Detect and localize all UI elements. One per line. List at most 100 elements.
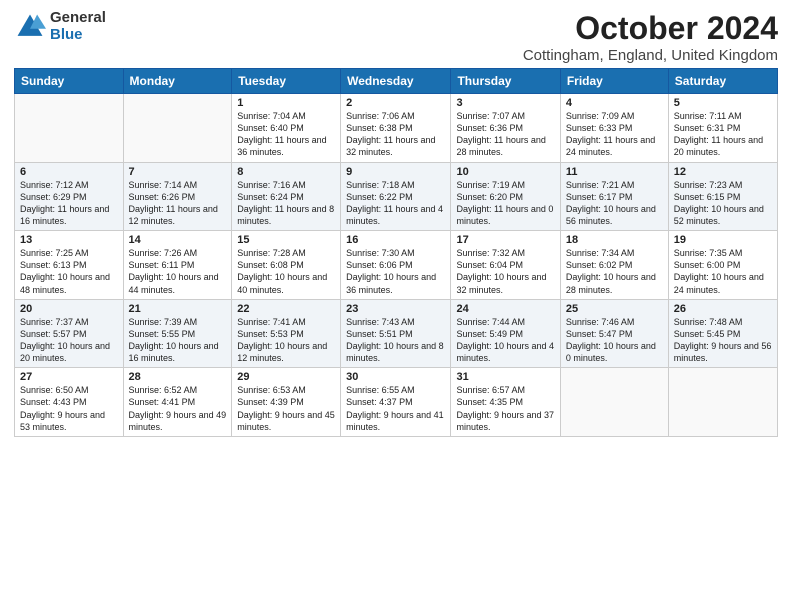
day-info: Sunrise: 7:26 AMSunset: 6:11 PMDaylight:… (129, 247, 227, 296)
header: General Blue October 2024 Cottingham, En… (14, 10, 778, 64)
weekday-header-thursday: Thursday (451, 69, 560, 94)
week-row-3: 13Sunrise: 7:25 AMSunset: 6:13 PMDayligh… (15, 231, 778, 300)
day-info: Sunrise: 7:37 AMSunset: 5:57 PMDaylight:… (20, 316, 118, 365)
day-cell-28: 28Sunrise: 6:52 AMSunset: 4:41 PMDayligh… (123, 368, 232, 437)
day-cell-7: 7Sunrise: 7:14 AMSunset: 6:26 PMDaylight… (123, 162, 232, 231)
empty-cell (668, 368, 777, 437)
day-cell-14: 14Sunrise: 7:26 AMSunset: 6:11 PMDayligh… (123, 231, 232, 300)
day-number: 22 (237, 303, 335, 315)
day-cell-26: 26Sunrise: 7:48 AMSunset: 5:45 PMDayligh… (668, 299, 777, 368)
day-cell-19: 19Sunrise: 7:35 AMSunset: 6:00 PMDayligh… (668, 231, 777, 300)
day-number: 19 (674, 234, 772, 246)
day-cell-15: 15Sunrise: 7:28 AMSunset: 6:08 PMDayligh… (232, 231, 341, 300)
day-number: 7 (129, 166, 227, 178)
day-info: Sunrise: 7:06 AMSunset: 6:38 PMDaylight:… (346, 110, 445, 159)
day-info: Sunrise: 7:19 AMSunset: 6:20 PMDaylight:… (456, 179, 554, 228)
day-info: Sunrise: 7:18 AMSunset: 6:22 PMDaylight:… (346, 179, 445, 228)
day-info: Sunrise: 7:12 AMSunset: 6:29 PMDaylight:… (20, 179, 118, 228)
day-cell-31: 31Sunrise: 6:57 AMSunset: 4:35 PMDayligh… (451, 368, 560, 437)
empty-cell (560, 368, 668, 437)
day-number: 17 (456, 234, 554, 246)
day-number: 29 (237, 371, 335, 383)
day-info: Sunrise: 7:48 AMSunset: 5:45 PMDaylight:… (674, 316, 772, 365)
day-cell-11: 11Sunrise: 7:21 AMSunset: 6:17 PMDayligh… (560, 162, 668, 231)
logo-text: General Blue (50, 10, 106, 43)
day-number: 15 (237, 234, 335, 246)
weekday-header-friday: Friday (560, 69, 668, 94)
day-info: Sunrise: 6:53 AMSunset: 4:39 PMDaylight:… (237, 384, 335, 433)
logo-icon (14, 11, 46, 43)
day-info: Sunrise: 7:32 AMSunset: 6:04 PMDaylight:… (456, 247, 554, 296)
week-row-5: 27Sunrise: 6:50 AMSunset: 4:43 PMDayligh… (15, 368, 778, 437)
day-info: Sunrise: 7:21 AMSunset: 6:17 PMDaylight:… (566, 179, 663, 228)
day-cell-30: 30Sunrise: 6:55 AMSunset: 4:37 PMDayligh… (341, 368, 451, 437)
day-info: Sunrise: 7:44 AMSunset: 5:49 PMDaylight:… (456, 316, 554, 365)
day-info: Sunrise: 7:30 AMSunset: 6:06 PMDaylight:… (346, 247, 445, 296)
day-info: Sunrise: 7:43 AMSunset: 5:51 PMDaylight:… (346, 316, 445, 365)
day-cell-1: 1Sunrise: 7:04 AMSunset: 6:40 PMDaylight… (232, 94, 341, 163)
day-cell-4: 4Sunrise: 7:09 AMSunset: 6:33 PMDaylight… (560, 94, 668, 163)
day-info: Sunrise: 7:14 AMSunset: 6:26 PMDaylight:… (129, 179, 227, 228)
day-cell-5: 5Sunrise: 7:11 AMSunset: 6:31 PMDaylight… (668, 94, 777, 163)
day-number: 10 (456, 166, 554, 178)
weekday-header-wednesday: Wednesday (341, 69, 451, 94)
day-info: Sunrise: 7:46 AMSunset: 5:47 PMDaylight:… (566, 316, 663, 365)
day-cell-9: 9Sunrise: 7:18 AMSunset: 6:22 PMDaylight… (341, 162, 451, 231)
day-number: 21 (129, 303, 227, 315)
day-cell-29: 29Sunrise: 6:53 AMSunset: 4:39 PMDayligh… (232, 368, 341, 437)
logo-general: General (50, 10, 106, 27)
weekday-header-monday: Monday (123, 69, 232, 94)
day-cell-23: 23Sunrise: 7:43 AMSunset: 5:51 PMDayligh… (341, 299, 451, 368)
day-info: Sunrise: 6:57 AMSunset: 4:35 PMDaylight:… (456, 384, 554, 433)
week-row-2: 6Sunrise: 7:12 AMSunset: 6:29 PMDaylight… (15, 162, 778, 231)
day-number: 20 (20, 303, 118, 315)
day-number: 26 (674, 303, 772, 315)
day-info: Sunrise: 7:25 AMSunset: 6:13 PMDaylight:… (20, 247, 118, 296)
calendar: SundayMondayTuesdayWednesdayThursdayFrid… (14, 68, 778, 437)
day-info: Sunrise: 7:28 AMSunset: 6:08 PMDaylight:… (237, 247, 335, 296)
day-info: Sunrise: 7:11 AMSunset: 6:31 PMDaylight:… (674, 110, 772, 159)
day-cell-17: 17Sunrise: 7:32 AMSunset: 6:04 PMDayligh… (451, 231, 560, 300)
day-cell-12: 12Sunrise: 7:23 AMSunset: 6:15 PMDayligh… (668, 162, 777, 231)
day-cell-10: 10Sunrise: 7:19 AMSunset: 6:20 PMDayligh… (451, 162, 560, 231)
day-number: 12 (674, 166, 772, 178)
calendar-body: 1Sunrise: 7:04 AMSunset: 6:40 PMDaylight… (15, 94, 778, 437)
empty-cell (15, 94, 124, 163)
day-number: 23 (346, 303, 445, 315)
day-info: Sunrise: 7:34 AMSunset: 6:02 PMDaylight:… (566, 247, 663, 296)
day-cell-8: 8Sunrise: 7:16 AMSunset: 6:24 PMDaylight… (232, 162, 341, 231)
day-info: Sunrise: 7:07 AMSunset: 6:36 PMDaylight:… (456, 110, 554, 159)
day-cell-13: 13Sunrise: 7:25 AMSunset: 6:13 PMDayligh… (15, 231, 124, 300)
logo-blue: Blue (50, 27, 106, 44)
day-number: 6 (20, 166, 118, 178)
day-number: 13 (20, 234, 118, 246)
day-cell-20: 20Sunrise: 7:37 AMSunset: 5:57 PMDayligh… (15, 299, 124, 368)
day-number: 18 (566, 234, 663, 246)
weekday-header-saturday: Saturday (668, 69, 777, 94)
day-cell-16: 16Sunrise: 7:30 AMSunset: 6:06 PMDayligh… (341, 231, 451, 300)
day-number: 9 (346, 166, 445, 178)
day-number: 16 (346, 234, 445, 246)
day-info: Sunrise: 7:16 AMSunset: 6:24 PMDaylight:… (237, 179, 335, 228)
main-title: October 2024 (523, 10, 778, 47)
day-number: 24 (456, 303, 554, 315)
day-number: 30 (346, 371, 445, 383)
day-cell-2: 2Sunrise: 7:06 AMSunset: 6:38 PMDaylight… (341, 94, 451, 163)
page: General Blue October 2024 Cottingham, En… (0, 0, 792, 612)
day-number: 8 (237, 166, 335, 178)
week-row-4: 20Sunrise: 7:37 AMSunset: 5:57 PMDayligh… (15, 299, 778, 368)
day-info: Sunrise: 6:50 AMSunset: 4:43 PMDaylight:… (20, 384, 118, 433)
day-number: 3 (456, 97, 554, 109)
day-cell-27: 27Sunrise: 6:50 AMSunset: 4:43 PMDayligh… (15, 368, 124, 437)
empty-cell (123, 94, 232, 163)
day-number: 11 (566, 166, 663, 178)
day-cell-24: 24Sunrise: 7:44 AMSunset: 5:49 PMDayligh… (451, 299, 560, 368)
day-number: 1 (237, 97, 335, 109)
title-area: October 2024 Cottingham, England, United… (523, 10, 778, 64)
day-cell-3: 3Sunrise: 7:07 AMSunset: 6:36 PMDaylight… (451, 94, 560, 163)
day-number: 31 (456, 371, 554, 383)
day-number: 27 (20, 371, 118, 383)
day-cell-21: 21Sunrise: 7:39 AMSunset: 5:55 PMDayligh… (123, 299, 232, 368)
day-info: Sunrise: 7:39 AMSunset: 5:55 PMDaylight:… (129, 316, 227, 365)
day-number: 28 (129, 371, 227, 383)
